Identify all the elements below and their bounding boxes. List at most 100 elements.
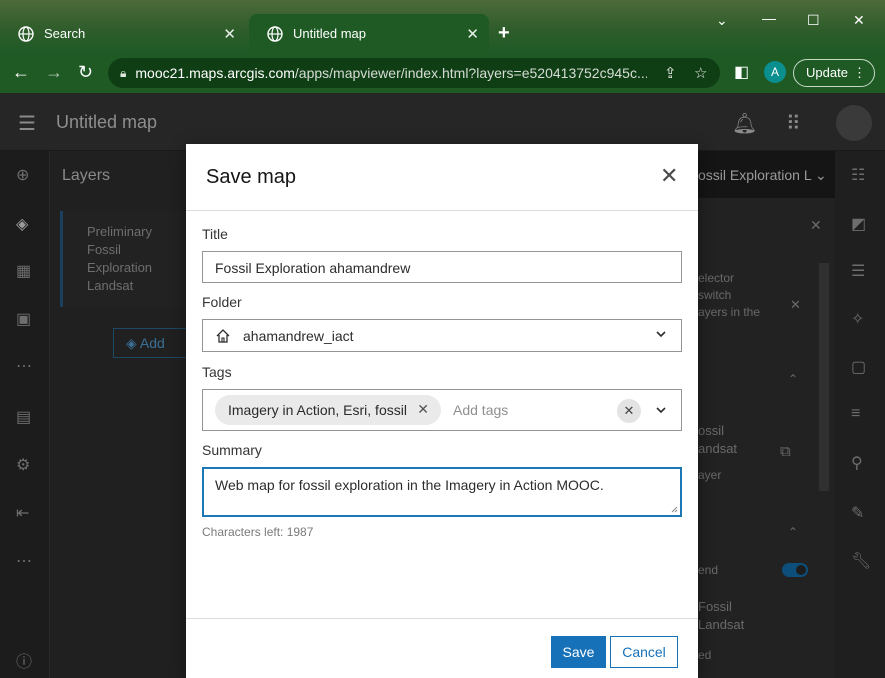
close-icon[interactable]: ✕ bbox=[223, 25, 236, 43]
tab-untitled-map[interactable]: Untitled map ✕ bbox=[249, 14, 489, 53]
sidebar-icon[interactable]: ◧ bbox=[734, 62, 749, 82]
reload-icon[interactable]: ↻ bbox=[78, 62, 93, 83]
toggle-switch[interactable] bbox=[782, 563, 808, 577]
clear-all-icon[interactable]: ✕ bbox=[617, 399, 641, 423]
filter-icon[interactable]: ☰ bbox=[851, 261, 865, 281]
table-icon[interactable]: ▦ bbox=[16, 261, 31, 281]
basemap-icon[interactable]: ▣ bbox=[16, 309, 31, 329]
panel-text: ayers in the bbox=[698, 305, 761, 319]
page-title: Untitled map bbox=[56, 112, 158, 132]
close-icon[interactable]: ✕ bbox=[660, 165, 678, 187]
summary-textarea[interactable]: Web map for fossil exploration in the Im… bbox=[202, 467, 682, 517]
map-properties-icon[interactable]: ▤ bbox=[16, 407, 31, 427]
save-map-dialog: Save map ✕ Title Fossil Exploration aham… bbox=[186, 144, 698, 678]
lock-icon: 🔒︎ bbox=[120, 65, 127, 80]
wrench-icon[interactable]: 🔧︎ bbox=[851, 551, 871, 571]
panel-text: end bbox=[698, 563, 719, 577]
layers-icon[interactable]: ◈ bbox=[16, 214, 28, 234]
align-icon[interactable]: ≡ bbox=[851, 405, 860, 423]
sliders-icon[interactable]: ☷ bbox=[851, 165, 865, 185]
edit-icon[interactable]: ✎ bbox=[851, 503, 864, 523]
browser-toolbar: ← → ↻ 🔒︎ mooc21.maps.arcgis.com/apps/map… bbox=[0, 53, 885, 93]
info-icon[interactable]: ⓘ bbox=[16, 648, 32, 672]
update-label: Update bbox=[806, 65, 848, 80]
layers-panel: Layers Preliminary Fossil Exploration La… bbox=[49, 151, 189, 678]
url-text: mooc21.maps.arcgis.com/apps/mapviewer/in… bbox=[135, 65, 648, 81]
tab-search[interactable]: Search ✕ bbox=[0, 14, 246, 53]
tag-chip-label: Imagery in Action, Esri, fossil bbox=[228, 402, 407, 418]
maximize-icon[interactable]: ☐ bbox=[807, 12, 820, 29]
new-tab-icon[interactable]: + bbox=[498, 22, 510, 45]
close-icon[interactable]: ✕ bbox=[810, 217, 822, 234]
tags-combobox[interactable]: Imagery in Action, Esri, fossil ✕ Add ta… bbox=[202, 389, 682, 431]
folder-label: Folder bbox=[202, 294, 242, 310]
layers-icon: ◈ bbox=[126, 335, 137, 351]
close-icon[interactable]: ✕ bbox=[466, 25, 479, 43]
panel-title-text: ossil Exploration L bbox=[698, 167, 812, 183]
gear-icon[interactable]: ⚙ bbox=[16, 455, 30, 475]
more-icon[interactable]: ⋯ bbox=[16, 551, 32, 571]
characters-left: Characters left: 1987 bbox=[202, 525, 314, 539]
add-layer-button[interactable]: ◈ Add bbox=[113, 328, 189, 358]
chevron-up-icon[interactable]: ⌃ bbox=[788, 372, 798, 386]
external-link-icon[interactable]: ⧉ bbox=[780, 443, 791, 460]
summary-value: Web map for fossil exploration in the Im… bbox=[215, 477, 604, 493]
tab-label: Untitled map bbox=[293, 26, 366, 41]
folder-value: ahamandrew_iact bbox=[243, 327, 354, 344]
panel-text: ed bbox=[698, 648, 712, 662]
forward-icon[interactable]: → bbox=[45, 62, 63, 83]
panel-text: ayer bbox=[698, 468, 722, 482]
layer-item[interactable]: Preliminary Fossil Exploration Landsat bbox=[60, 211, 187, 307]
panel-text: switch bbox=[698, 288, 732, 302]
analysis-icon[interactable]: ⚲ bbox=[851, 453, 863, 473]
close-window-icon[interactable]: ✕ bbox=[853, 12, 865, 29]
share-icon[interactable]: ⇪ bbox=[664, 64, 677, 82]
left-toolbar: ⊕ ◈ ▦ ▣ ⋯ ▤ ⚙ ⇤ ⋯ ⓘ bbox=[0, 151, 49, 678]
chevron-down-icon[interactable]: ⌄ bbox=[716, 12, 728, 29]
panel-text: Landsat bbox=[698, 617, 745, 632]
tags-label: Tags bbox=[202, 364, 232, 380]
effects-icon[interactable]: ✧ bbox=[851, 309, 864, 329]
close-icon[interactable]: ✕ bbox=[790, 297, 801, 313]
properties-panel: ossil Exploration L ⌄ ✕ elector switch a… bbox=[698, 151, 835, 678]
title-input[interactable]: Fossil Exploration ahamandrew bbox=[202, 251, 682, 283]
minimize-icon[interactable]: — bbox=[762, 10, 776, 26]
dialog-header: Save map ✕ bbox=[186, 144, 698, 211]
folder-select[interactable]: ahamandrew_iact bbox=[202, 319, 682, 352]
collapse-icon[interactable]: ⇤ bbox=[16, 503, 29, 523]
add-label: Add bbox=[139, 335, 165, 351]
panel-text: elector bbox=[698, 271, 735, 285]
chevron-down-icon[interactable] bbox=[655, 404, 667, 416]
scrollbar[interactable] bbox=[819, 263, 829, 491]
dialog-footer: Save Cancel bbox=[186, 618, 698, 678]
tag-chip[interactable]: Imagery in Action, Esri, fossil ✕ bbox=[215, 395, 441, 425]
more-icon[interactable]: ⋯ bbox=[16, 356, 32, 376]
add-icon[interactable]: ⊕ bbox=[16, 165, 29, 185]
avatar[interactable] bbox=[836, 105, 872, 141]
dialog-title: Save map bbox=[206, 166, 297, 188]
close-icon[interactable]: ✕ bbox=[417, 401, 429, 418]
tags-placeholder[interactable]: Add tags bbox=[453, 402, 508, 418]
more-icon: ⋮ bbox=[853, 65, 866, 80]
popup-icon[interactable]: ▢ bbox=[851, 357, 866, 377]
resize-grip-icon[interactable] bbox=[670, 505, 678, 513]
back-icon[interactable]: ← bbox=[12, 62, 30, 83]
panel-title: ossil Exploration L ⌄ bbox=[698, 151, 835, 198]
profile-avatar[interactable]: A bbox=[764, 61, 786, 83]
panel-text: andsat bbox=[698, 441, 738, 456]
save-button[interactable]: Save bbox=[551, 636, 606, 668]
apps-grid-icon[interactable]: ⠿ bbox=[786, 111, 801, 136]
bell-icon[interactable]: 🔔︎ bbox=[732, 111, 757, 136]
menu-icon[interactable]: ☰ bbox=[18, 111, 36, 136]
summary-label: Summary bbox=[202, 442, 262, 458]
star-icon[interactable]: ☆ bbox=[694, 64, 707, 82]
browser-tab-bar: Search ✕ Untitled map ✕ + ⌄ — ☐ ✕ bbox=[0, 0, 885, 53]
styles-icon[interactable]: ◩ bbox=[851, 214, 866, 234]
update-button[interactable]: Update ⋮ bbox=[793, 59, 875, 87]
address-bar[interactable]: 🔒︎ mooc21.maps.arcgis.com/apps/mapviewer… bbox=[108, 58, 720, 88]
chevron-down-icon bbox=[656, 331, 666, 338]
tab-label: Search bbox=[44, 26, 86, 41]
layers-heading: Layers bbox=[62, 167, 111, 184]
cancel-button[interactable]: Cancel bbox=[610, 636, 678, 668]
chevron-up-icon[interactable]: ⌃ bbox=[788, 525, 798, 539]
